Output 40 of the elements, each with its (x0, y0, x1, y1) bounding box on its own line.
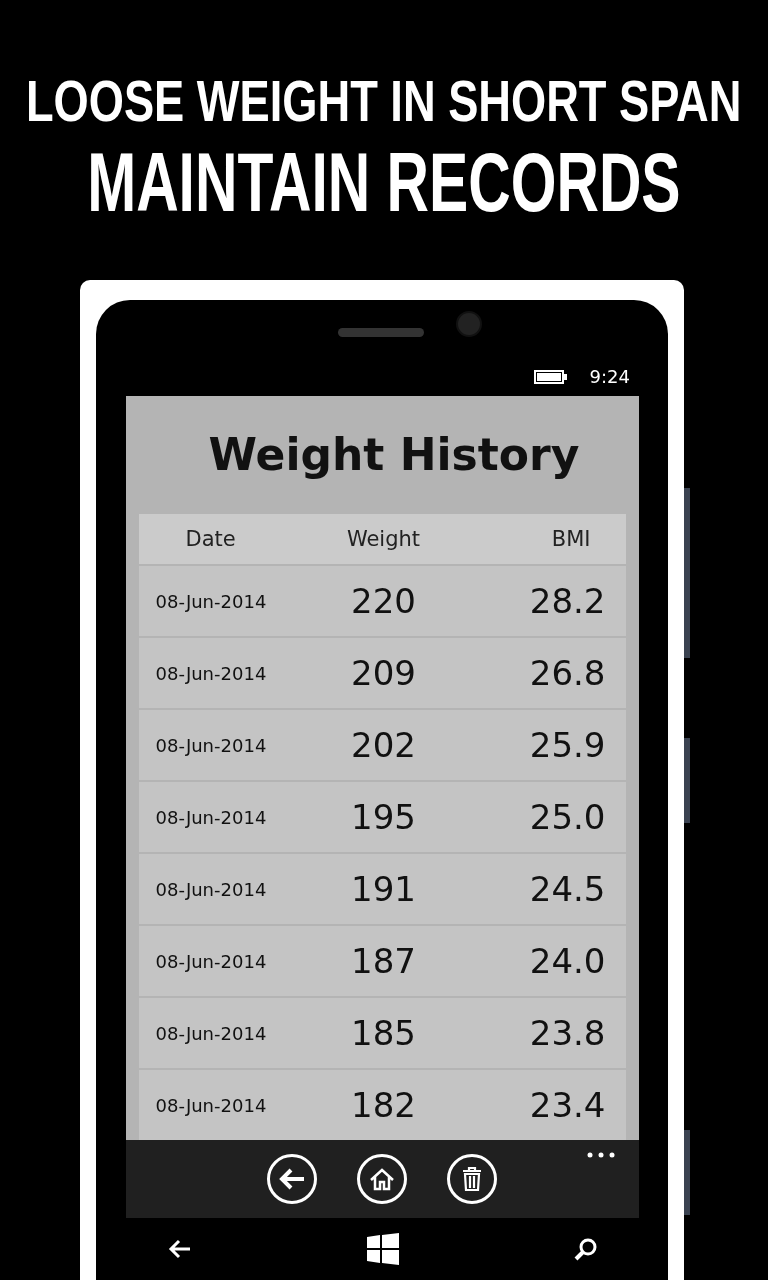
headline: MAINTAIN RECORDS (87, 140, 681, 224)
camera (456, 311, 482, 337)
column-header: Date (184, 527, 237, 551)
weight-cell-text: 195 (350, 797, 417, 837)
home-icon[interactable] (356, 1153, 408, 1205)
date-cell-text: 08-Jun-2014 (154, 1094, 268, 1116)
more-icon[interactable] (586, 1152, 615, 1158)
date-cell-text: 08-Jun-2014 (154, 878, 268, 900)
bmi-cell-text: 23.4 (528, 1085, 607, 1125)
date-cell-text: 08-Jun-2014 (154, 950, 268, 972)
column-header: BMI (550, 527, 592, 551)
bmi-cell-text: 25.9 (528, 725, 607, 765)
date-cell-text: 08-Jun-2014 (154, 734, 268, 756)
weight-cell-text: 220 (350, 581, 417, 621)
weight-cell-text: 187 (350, 941, 417, 981)
bmi-cell-text: 28.2 (528, 581, 607, 621)
date-cell-text: 08-Jun-2014 (154, 1022, 268, 1044)
column-header: Weight (345, 527, 422, 551)
weight-cell-text: 202 (350, 725, 417, 765)
weight-cell-text: 191 (350, 869, 417, 909)
date-cell-text: 08-Jun-2014 (154, 590, 268, 612)
bmi-cell-text: 25.0 (528, 797, 607, 837)
status-time: 9:24 (589, 366, 630, 387)
bmi-cell-text: 24.5 (528, 869, 607, 909)
bmi-cell-text: 24.0 (528, 941, 607, 981)
battery-icon (533, 369, 568, 384)
headline: LOOSE WEIGHT IN SHORT SPAN (26, 72, 742, 130)
weight-cell-text: 185 (350, 1013, 417, 1053)
bmi-cell-text: 26.8 (528, 653, 607, 693)
search-icon[interactable] (574, 1237, 598, 1261)
weight-cell-text: 209 (350, 653, 417, 693)
windows-logo-icon[interactable] (367, 1233, 399, 1265)
back-icon[interactable] (168, 1239, 192, 1259)
bmi-cell-text: 23.8 (528, 1013, 607, 1053)
trash-icon[interactable] (446, 1153, 498, 1205)
weight-cell-text: 182 (350, 1085, 417, 1125)
date-cell-text: 08-Jun-2014 (154, 662, 268, 684)
date-cell-text: 08-Jun-2014 (154, 806, 268, 828)
page-title: Weight History (207, 427, 581, 482)
back-icon[interactable] (266, 1153, 318, 1205)
